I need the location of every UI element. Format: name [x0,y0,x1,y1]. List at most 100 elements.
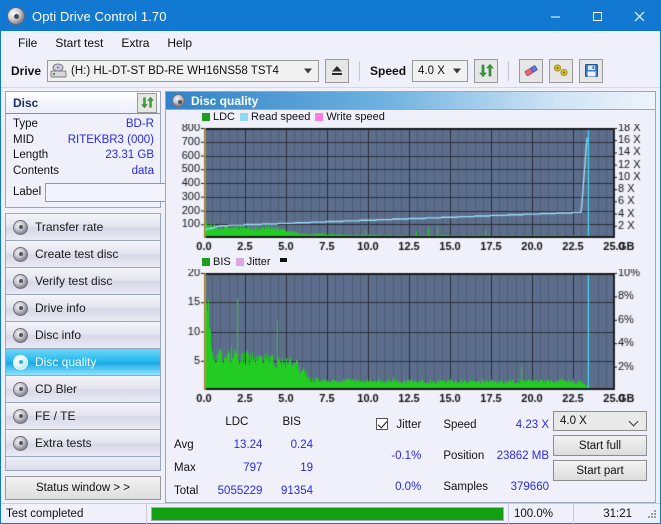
speed-select[interactable]: 4.0 X [412,60,468,82]
sidebar-item-verify-test-disc[interactable]: Verify test disc [6,268,160,295]
col-header-bis: BIS [266,410,317,433]
jitter-checkbox[interactable] [376,418,388,430]
table-row: Position 23862 MB [439,441,553,472]
table-row: Avg 13.24 0.24 [170,433,317,456]
content-header: Disc quality [166,92,655,110]
chevron-down-icon [304,68,312,73]
position-stat-label: Position [439,441,492,472]
resize-grip-icon[interactable] [646,508,658,520]
table-row: Max 797 19 [170,456,317,479]
sidebar-item-fe-te[interactable]: FE / TE [6,403,160,430]
status-window-button[interactable]: Status window > > [5,476,161,500]
status-bar: Test completed 100.0% 31:21 [1,503,660,523]
sidebar-label: Drive info [35,301,86,315]
menu-item-extra[interactable]: Extra [112,34,158,52]
sidebar-item-disc-quality[interactable]: Disc quality [6,349,160,376]
legend-label-bis: BIS [213,256,231,268]
drive-device-icon [50,63,67,78]
progress-track [151,507,504,521]
disc-icon [13,436,28,451]
sidebar-item-cd-bler[interactable]: CD Bler [6,376,160,403]
ldc-chart-legend: LDC Read speed Write speed [170,110,651,124]
disc-icon [13,220,28,235]
status-message: Test completed [1,504,147,524]
erase-button[interactable] [519,59,543,83]
speed-stat-label: Speed [439,410,492,441]
main-body: Disc Type BD-R MID RITE [1,88,660,503]
sidebar-label: FE / TE [35,409,75,423]
window-title: Opti Drive Control 1.70 [32,9,167,24]
menu-item-help[interactable]: Help [158,34,201,52]
jitter-stats-table: Jitter -0.1% 0.0% [343,410,425,502]
sidebar-item-create-test-disc[interactable]: Create test disc [6,241,160,268]
jitter-header-row: Jitter [343,410,425,441]
legend-label-write-speed: Write speed [326,111,385,123]
bis-max-value: 19 [266,456,317,479]
left-pane: Disc Type BD-R MID RITE [5,91,161,503]
disc-row-type: Type BD-R [13,117,154,133]
eject-button[interactable] [325,59,349,83]
app-window: Opti Drive Control 1.70 File Start test … [0,0,661,524]
jitter-toggle-cell[interactable]: Jitter [343,410,425,441]
minimize-icon[interactable] [534,1,576,31]
sidebar-item-extra-tests[interactable]: Extra tests [6,430,160,457]
bis-total-value: 91354 [266,479,317,502]
ldc-max-value: 797 [207,456,266,479]
start-part-button[interactable]: Start part [553,460,647,481]
disc-icon [13,328,28,343]
legend-swatch-bis [202,258,210,266]
save-button[interactable] [579,59,603,83]
drive-toolbar: Drive (H:) HL-DT-ST BD-RE WH16NS58 TST4 … [1,54,660,88]
session-stats-table: Speed 4.23 X Position 23862 MB Samples 3… [439,410,553,502]
test-speed-select[interactable]: 4.0 X [553,411,647,431]
elapsed-time: 31:21 [574,504,646,524]
sidebar-item-drive-info[interactable]: Drive info [6,295,160,322]
legend-swatch-ldc [202,113,210,121]
sidebar-item-disc-info[interactable]: Disc info [6,322,160,349]
jitter-label: Jitter [396,419,421,431]
table-row: -0.1% [343,441,425,472]
chevron-down-icon [453,68,461,73]
drive-select[interactable]: (H:) HL-DT-ST BD-RE WH16NS58 TST4 [47,60,319,82]
refresh-button[interactable] [474,59,498,83]
disc-row-contents: Contents data [13,164,154,180]
tools-button[interactable] [549,59,573,83]
content-pane: Disc quality LDC Read speed Write sp [165,91,656,503]
bis-jitter-chart-canvas [170,269,652,407]
samples-stat-value: 379660 [492,471,553,502]
row-label-total: Total [170,479,207,502]
bis-avg-value: 0.24 [266,433,317,456]
jitter-avg-value: -0.1% [343,441,425,472]
sidebar-label: Disc quality [35,355,96,369]
sidebar-label: CD Bler [35,382,77,396]
ldc-chart-canvas [170,124,652,255]
legend-entry-write-speed: Write speed [315,111,385,123]
sidebar-label: Verify test disc [35,274,112,288]
sidebar-item-transfer-rate[interactable]: Transfer rate [6,214,160,241]
ldc-chart [170,124,651,255]
disc-label-caption: Label [13,186,41,198]
maximize-icon[interactable] [576,1,618,31]
disc-type-value: BD-R [126,117,154,133]
legend-label-ldc: LDC [213,111,235,123]
menu-item-file[interactable]: File [9,34,46,52]
table-row: 0.0% [343,471,425,502]
test-controls: 4.0 X Start full Start part [553,410,651,502]
disc-icon [13,409,28,424]
window-buttons [534,1,660,31]
disc-refresh-button[interactable] [137,93,157,113]
nav-spacer [6,457,160,471]
sidebar-label: Extra tests [35,436,92,450]
close-icon[interactable] [618,1,660,31]
legend-label-read-speed: Read speed [251,111,310,123]
start-full-button[interactable]: Start full [553,435,647,456]
legend-swatch-jitter [236,258,244,266]
speed-label: Speed [370,64,406,78]
disc-label-row: Label [13,182,154,202]
stats-area: LDC BIS Avg 13.24 0.24 Max 797 19 Tota [166,407,655,502]
bis-chart-legend: BIS Jitter [170,255,651,269]
menu-item-start-test[interactable]: Start test [46,34,112,52]
disc-icon [172,94,185,107]
disc-type-key: Type [13,117,38,133]
toolbar-divider-1 [359,61,360,81]
